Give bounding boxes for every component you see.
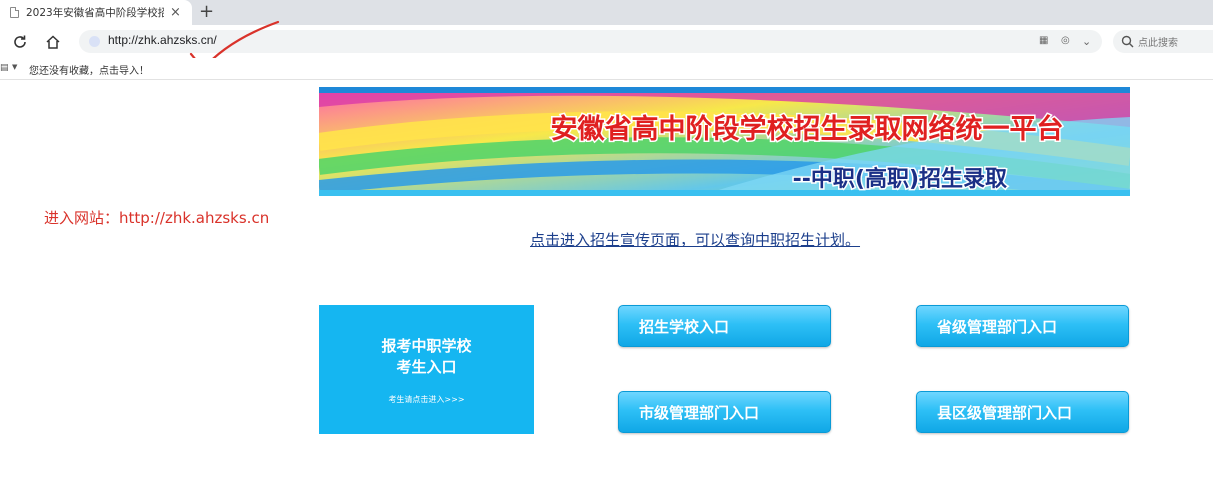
reload-icon[interactable]: [9, 31, 31, 53]
student-entry-subtitle: 考生入口: [396, 358, 457, 376]
rainbow-banner-graphic: 安徽省高中阶段学校招生录取网络统一平台 --中职(高职)招生录取: [319, 87, 1130, 196]
bookmarks-bar: ▤ ▼ 您还没有收藏，点击导入！: [0, 58, 1213, 80]
chevron-down-icon[interactable]: ⌄: [1082, 35, 1091, 48]
city-admin-entry-button[interactable]: 市级管理部门入口: [618, 391, 831, 433]
bookmark-import-link[interactable]: 您还没有收藏，点击导入！: [29, 62, 149, 77]
home-icon[interactable]: [42, 31, 64, 53]
header-banner: 安徽省高中阶段学校招生录取网络统一平台 --中职(高职)招生录取: [319, 87, 1130, 196]
page-icon: [10, 7, 19, 18]
student-entry-hint: 考生请点击进入>>>: [388, 395, 465, 404]
tab-title: 2023年安徽省高中阶段学校招生: [26, 7, 164, 19]
search-placeholder: 点此搜索: [1138, 38, 1178, 49]
caret-down-icon[interactable]: ▼: [12, 63, 17, 71]
search-box[interactable]: 点此搜索: [1113, 30, 1213, 53]
grid-icon[interactable]: ▦: [1039, 35, 1048, 46]
student-entry-title: 报考中职学校: [381, 337, 472, 355]
student-entry-button[interactable]: 报考中职学校 考生入口 考生请点击进入>>>: [319, 305, 534, 434]
browser-tab[interactable]: 2023年安徽省高中阶段学校招生 ×: [0, 0, 192, 25]
bookmark-folder-icon[interactable]: ▤: [0, 63, 9, 73]
banner-title: 安徽省高中阶段学校招生录取网络统一平台: [551, 113, 1064, 145]
promo-page-link[interactable]: 点击进入招生宣传页面，可以查询中职招生计划。: [530, 229, 860, 250]
province-admin-entry-button[interactable]: 省级管理部门入口: [916, 305, 1129, 347]
annotation-text: 进入网站：http://zhk.ahzsks.cn: [44, 209, 270, 227]
tab-bar: 2023年安徽省高中阶段学校招生 × +: [0, 0, 1213, 25]
site-info-icon[interactable]: [89, 36, 100, 47]
browser-mode-icon[interactable]: ◎: [1061, 35, 1070, 46]
school-entry-button[interactable]: 招生学校入口: [618, 305, 831, 347]
close-tab-icon[interactable]: ×: [170, 6, 181, 19]
county-admin-entry-button[interactable]: 县区级管理部门入口: [916, 391, 1129, 433]
search-icon: [1121, 35, 1134, 48]
banner-subtitle: --中职(高职)招生录取: [793, 166, 1007, 192]
